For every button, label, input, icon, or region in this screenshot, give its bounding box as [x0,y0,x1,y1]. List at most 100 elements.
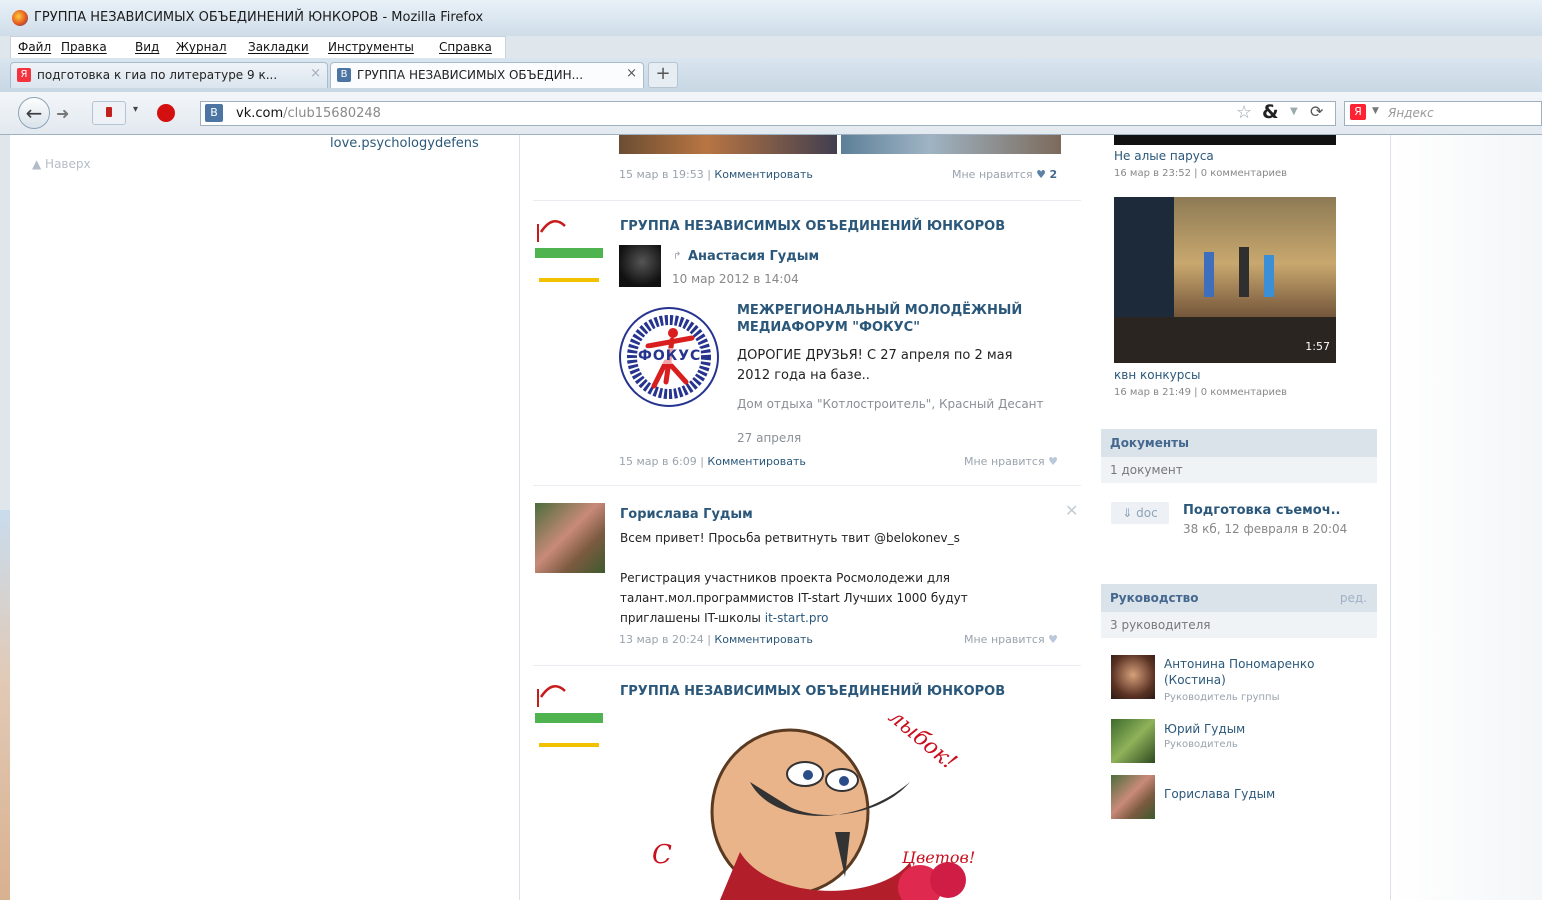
post-link[interactable]: it-start.pro [765,611,829,625]
like-button[interactable]: Мне нравится ♥ 2 [952,168,1057,181]
search-input[interactable]: Яндекс [1388,106,1434,120]
video-thumbnail[interactable] [1114,135,1336,145]
addon-icon [106,107,112,117]
doc-meta: 38 кб, 12 февраля в 20:04 [1183,522,1348,536]
firefox-icon [12,10,28,26]
forward-button[interactable]: ➜ [56,104,69,123]
ampersand-icon[interactable]: & [1262,101,1279,123]
back-button[interactable]: ← [18,97,50,129]
repost-icon: ↱ [673,251,682,262]
like-button[interactable]: Мне нравится ♥ [964,633,1058,646]
yandex-icon[interactable]: Я [1350,104,1366,120]
chevron-down-icon[interactable]: ▼ [1372,106,1379,116]
menu-bar: Файл Правка Вид Журнал Закладки Инструме… [10,36,506,60]
tab-literature[interactable]: Я подготовка к гиа по литературе 9 к... … [10,62,328,88]
column-divider [519,135,520,900]
post-divider [533,485,1081,486]
documents-title: Документы [1110,436,1189,450]
event-place: Дом отдыха "Котлостроитель", Красный Дес… [737,397,1044,411]
heart-icon: ♥ [1048,455,1058,468]
scroll-to-top-link[interactable]: ▲ Наверх [32,157,91,171]
like-button[interactable]: Мне нравится ♥ [964,455,1058,468]
vk-favicon-icon: В [205,104,223,122]
like-count: 2 [1049,168,1058,181]
reload-icon[interactable]: ⟳ [1310,102,1323,121]
close-icon[interactable]: × [626,66,637,81]
heart-icon: ♥ [1048,633,1058,646]
video-figure [1264,255,1274,297]
chevron-down-icon[interactable]: ▼ [1290,106,1298,117]
chevron-down-icon[interactable]: ▾ [133,104,138,115]
close-icon[interactable]: × [310,66,321,81]
video-figure [1239,247,1249,297]
leader-avatar[interactable] [1111,655,1155,699]
bookmark-star-icon[interactable]: ☆ [1236,102,1252,123]
leader-avatar[interactable] [1111,719,1155,763]
comment-link[interactable]: Комментировать [707,455,805,468]
repost-author[interactable]: Анастасия Гудым [688,249,819,264]
post-date[interactable]: 15 мар в 19:53 [619,168,704,181]
leaders-header[interactable]: Руководство ред. [1101,584,1377,612]
leader-name[interactable]: Юрий Гудым [1164,721,1354,737]
post-photo[interactable] [841,135,1061,154]
card-text: Цветов! [902,848,976,867]
documents-header[interactable]: Документы [1101,429,1377,457]
comment-link[interactable]: Комментировать [714,168,812,181]
menu-edit[interactable]: Правка [61,40,107,54]
menu-help[interactable]: Справка [439,40,492,54]
comment-link[interactable]: Комментировать [714,633,812,646]
video-floor [1114,317,1336,363]
repost-date[interactable]: 10 мар 2012 в 14:04 [672,272,799,286]
post-divider [533,665,1081,666]
documents-count: 1 документ [1101,457,1377,483]
video-title[interactable]: квн конкурсы [1114,368,1200,382]
video-meta: 16 мар в 21:49 | 0 комментариев [1114,387,1288,398]
heart-icon: ♥ [1036,168,1046,181]
desktop-edge [0,510,10,900]
leader-name[interactable]: Антонина Пономаренко (Костина) [1164,656,1354,688]
video-figure [1204,252,1214,297]
window-title: ГРУППА НЕЗАВИСИМЫХ ОБЪЕДИНЕНИЙ ЮНКОРОВ -… [34,10,484,25]
leader-avatar[interactable] [1111,775,1155,819]
new-tab-button[interactable]: + [648,62,678,88]
event-date: 27 апреля [737,431,802,445]
post-date[interactable]: 13 мар в 20:24 [619,633,704,646]
doc-badge[interactable]: ⇓ doc [1111,502,1169,524]
group-avatar[interactable] [535,679,605,751]
post-photo[interactable] [619,135,837,154]
sidebar-link[interactable]: love.psychologydefens [330,136,490,151]
post-author[interactable]: ГРУППА НЕЗАВИСИМЫХ ОБЪЕДИНЕНИЙ ЮНКОРОВ [620,684,1005,699]
post-text: Всем привет! Просьба ретвитнуть твит @be… [620,531,960,545]
menu-view[interactable]: Вид [135,40,159,54]
doc-name[interactable]: Подготовка съемоч.. [1183,503,1341,518]
event-logo[interactable]: ФОКУС [618,306,720,408]
video-meta: 16 мар в 23:52 | 0 комментариев [1114,168,1288,179]
event-text: ДОРОГИЕ ДРУЗЬЯ! С 27 апреля по 2 мая 201… [737,348,1013,383]
doc-icon: ⇓ [1122,506,1133,520]
record-icon[interactable] [157,104,175,122]
leader-name[interactable]: Горислава Гудым [1164,786,1354,802]
video-thumbnail[interactable]: 1:57 [1114,197,1336,363]
url-domain: vk.com [236,106,284,121]
group-avatar[interactable] [535,214,605,286]
menu-file[interactable]: Файл [18,40,51,54]
video-title[interactable]: Не алые паруса [1114,149,1214,163]
post-author[interactable]: ГРУППА НЕЗАВИСИМЫХ ОБЪЕДИНЕНИЙ ЮНКОРОВ [620,219,1005,234]
menu-bookmarks[interactable]: Закладки [248,40,309,54]
post-date[interactable]: 15 мар в 6:09 [619,455,697,468]
tab-junkor-group[interactable]: В ГРУППА НЕЗАВИСИМЫХ ОБЪЕДИН... × [330,62,644,88]
menu-tools[interactable]: Инструменты [328,40,414,54]
edit-link[interactable]: ред. [1340,591,1367,605]
greeting-card-image[interactable]: Улыбок! С Цветов! [620,712,992,900]
post-divider [533,200,1081,201]
post-meta: 15 мар в 6:09 | Комментировать [619,455,806,468]
post-author[interactable]: Горислава Гудым [620,507,753,522]
url-input[interactable]: vk.com/club15680248 [236,106,381,121]
tab-label: подготовка к гиа по литературе 9 к... [37,68,278,82]
event-logo-text: ФОКУС [638,348,702,364]
event-title[interactable]: МЕЖРЕГИОНАЛЬНЫЙ МОЛОДЁЖНЫЙ МЕДИАФОРУМ "Ф… [737,302,1047,336]
close-icon[interactable]: ✕ [1065,501,1078,520]
repost-avatar[interactable] [619,245,661,287]
author-avatar[interactable] [535,503,605,573]
menu-history[interactable]: Журнал [176,40,227,54]
